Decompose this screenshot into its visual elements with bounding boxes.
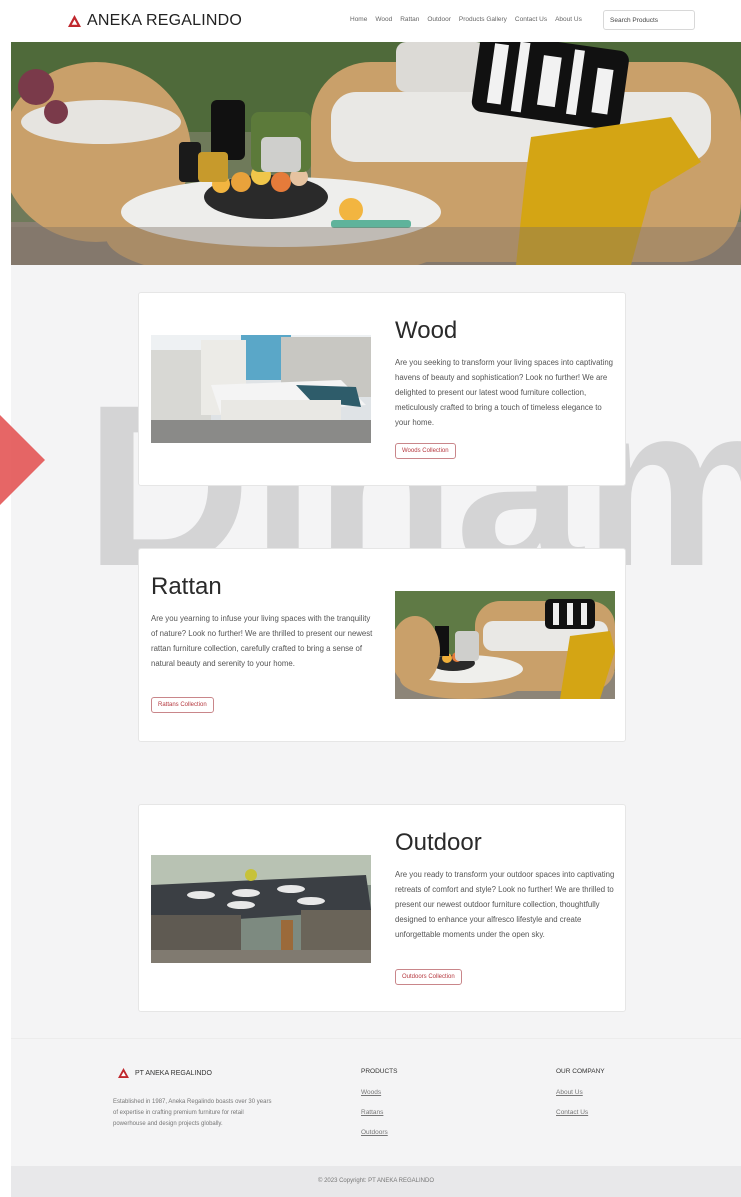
rattan-card: Rattan Are you yearning to infuse your l… [138, 548, 626, 742]
wood-card: Wood Are you seeking to transform your l… [138, 292, 626, 486]
rattan-image [395, 591, 615, 699]
woods-collection-button[interactable]: Woods Collection [395, 443, 456, 459]
copyright-bar: © 2023 Copyright: PT ANEKA REGALINDO [11, 1166, 741, 1197]
footer-link-outdoors[interactable]: Outdoors [361, 1129, 397, 1136]
wood-title: Wood [395, 317, 458, 344]
footer-company: OUR COMPANY About Us Contact Us [556, 1068, 605, 1129]
brand-logo-icon [68, 15, 81, 27]
top-navbar: ANEKA REGALINDO Home Wood Rattan Outdoor… [0, 0, 741, 42]
footer-link-woods[interactable]: Woods [361, 1089, 397, 1096]
rattan-title: Rattan [151, 573, 222, 600]
outdoor-card: Outdoor Are you ready to transform your … [138, 804, 626, 1012]
outdoor-description: Are you ready to transform your outdoor … [395, 870, 615, 939]
hero-image [11, 42, 741, 265]
nav-rattan[interactable]: Rattan [400, 16, 419, 23]
nav-outdoor[interactable]: Outdoor [427, 16, 451, 23]
footer: PT ANEKA REGALINDO Established in 1987, … [11, 1038, 741, 1166]
footer-logo-icon [118, 1068, 129, 1078]
rattans-collection-button[interactable]: Rattans Collection [151, 697, 214, 713]
nav-products-gallery[interactable]: Products Gallery [459, 16, 507, 23]
main-nav: Home Wood Rattan Outdoor Products Galler… [350, 16, 582, 23]
footer-brand-name: PT ANEKA REGALINDO [135, 1069, 212, 1077]
footer-products: PRODUCTS Woods Rattans Outdoors [361, 1068, 397, 1149]
footer-brand[interactable]: PT ANEKA REGALINDO [118, 1068, 212, 1078]
rattan-description: Are you yearning to infuse your living s… [151, 614, 373, 668]
brand[interactable]: ANEKA REGALINDO [68, 12, 242, 30]
footer-products-heading: PRODUCTS [361, 1068, 398, 1075]
outdoors-collection-button[interactable]: Outdoors Collection [395, 969, 462, 985]
outdoor-image [151, 855, 371, 963]
footer-link-rattans[interactable]: Rattans [361, 1109, 397, 1116]
footer-company-heading: OUR COMPANY [556, 1068, 605, 1075]
nav-home[interactable]: Home [350, 16, 367, 23]
nav-contact-us[interactable]: Contact Us [515, 16, 547, 23]
footer-description: Established in 1987, Aneka Regalindo boa… [113, 1099, 272, 1127]
outdoor-title: Outdoor [395, 829, 482, 856]
footer-link-contact-us[interactable]: Contact Us [556, 1109, 605, 1116]
wood-description: Are you seeking to transform your living… [395, 358, 613, 427]
brand-name: ANEKA REGALINDO [87, 12, 243, 29]
nav-about-us[interactable]: About Us [555, 16, 582, 23]
footer-link-about-us[interactable]: About Us [556, 1089, 605, 1096]
hero-banner [11, 42, 741, 265]
search-input[interactable] [603, 10, 695, 30]
wood-image [151, 335, 371, 443]
nav-wood[interactable]: Wood [375, 16, 392, 23]
